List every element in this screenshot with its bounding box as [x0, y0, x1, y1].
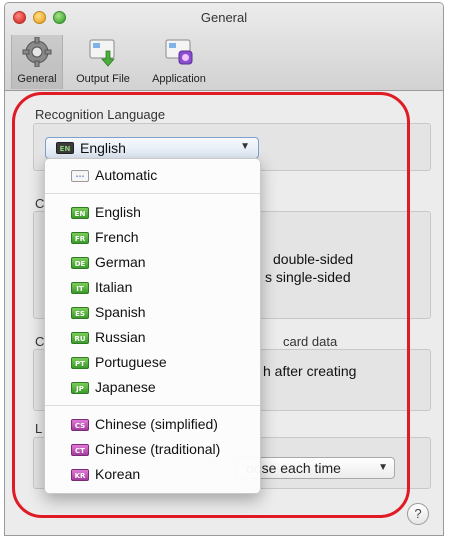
toolbar-tab-output-file[interactable]: Output File: [67, 35, 139, 89]
toolbar-tab-application[interactable]: Application: [143, 35, 215, 89]
title-bar: General General Output File Application: [5, 3, 443, 91]
section-2-text-line2: s single-sided: [265, 269, 351, 285]
section-4-label-fragment: L: [35, 421, 43, 436]
menu-item-label: German: [95, 254, 146, 270]
chinese-simplified-flag-icon: CS: [71, 419, 89, 431]
application-icon: [165, 39, 193, 65]
menu-item-german[interactable]: DE German: [45, 250, 260, 275]
german-flag-icon: DE: [71, 257, 89, 269]
toolbar-label-output-file: Output File: [76, 73, 130, 85]
recognition-language-popup[interactable]: EN English ▼: [45, 137, 259, 159]
toolbar-tab-general[interactable]: General: [11, 35, 63, 89]
english-flag-icon: EN: [71, 207, 89, 219]
menu-separator: [45, 193, 260, 194]
menu-separator: [45, 405, 260, 406]
language-dropdown-menu: ··· Automatic EN English FR French DE German…: [44, 158, 261, 494]
menu-item-russian[interactable]: RU Russian: [45, 325, 260, 350]
toolbar-label-application: Application: [152, 73, 206, 85]
gear-icon: [22, 37, 52, 67]
menu-item-automatic[interactable]: ··· Automatic: [45, 163, 260, 188]
japanese-flag-icon: JP: [71, 382, 89, 394]
menu-item-portuguese[interactable]: PT Portuguese: [45, 350, 260, 375]
section-2-text-line1: double-sided: [273, 251, 354, 267]
recognition-language-label: Recognition Language: [35, 107, 166, 122]
chevron-down-icon: ▼: [378, 462, 388, 473]
chinese-traditional-flag-icon: CT: [71, 444, 89, 456]
help-button[interactable]: ?: [407, 503, 429, 525]
section-3-label-fragment: C: [35, 334, 45, 349]
automatic-icon: ···: [71, 170, 89, 182]
russian-flag-icon: RU: [71, 332, 89, 344]
chevron-down-icon: ▼: [240, 141, 250, 152]
menu-item-label: Italian: [95, 279, 133, 295]
section-3-title-fragment: card data: [283, 334, 338, 349]
menu-item-italian[interactable]: IT Italian: [45, 275, 260, 300]
toolbar-label-general: General: [17, 73, 57, 85]
menu-item-korean[interactable]: KR Korean: [45, 462, 260, 487]
english-flag-icon: EN: [56, 142, 74, 154]
menu-item-label: French: [95, 229, 139, 245]
section-3-text-line1: h after creating: [263, 363, 357, 379]
menu-item-french[interactable]: FR French: [45, 225, 260, 250]
section-2-label-fragment: C: [35, 196, 45, 211]
korean-flag-icon: KR: [71, 469, 89, 481]
spanish-flag-icon: ES: [71, 307, 89, 319]
recognition-language-value: English: [80, 140, 126, 156]
menu-item-label: Spanish: [95, 304, 146, 320]
french-flag-icon: FR: [71, 232, 89, 244]
menu-item-label: Chinese (simplified): [95, 416, 218, 432]
menu-item-chinese-simplified[interactable]: CS Chinese (simplified): [45, 412, 260, 437]
menu-item-chinese-traditional[interactable]: CT Chinese (traditional): [45, 437, 260, 462]
menu-item-label: Automatic: [95, 167, 158, 183]
menu-item-label: English: [95, 204, 141, 220]
window-title: General: [200, 10, 248, 25]
menu-item-label: Japanese: [95, 379, 156, 395]
menu-item-label: Korean: [95, 466, 141, 482]
output-file-icon: [89, 39, 115, 67]
menu-item-label: Russian: [95, 329, 146, 345]
portuguese-flag-icon: PT: [71, 357, 89, 369]
menu-item-spanish[interactable]: ES Spanish: [45, 300, 260, 325]
menu-item-label: Portuguese: [95, 354, 167, 370]
menu-item-japanese[interactable]: JP Japanese: [45, 375, 260, 400]
menu-item-english[interactable]: EN English: [45, 200, 260, 225]
italian-flag-icon: IT: [71, 282, 89, 294]
menu-item-label: Chinese (traditional): [95, 441, 221, 457]
